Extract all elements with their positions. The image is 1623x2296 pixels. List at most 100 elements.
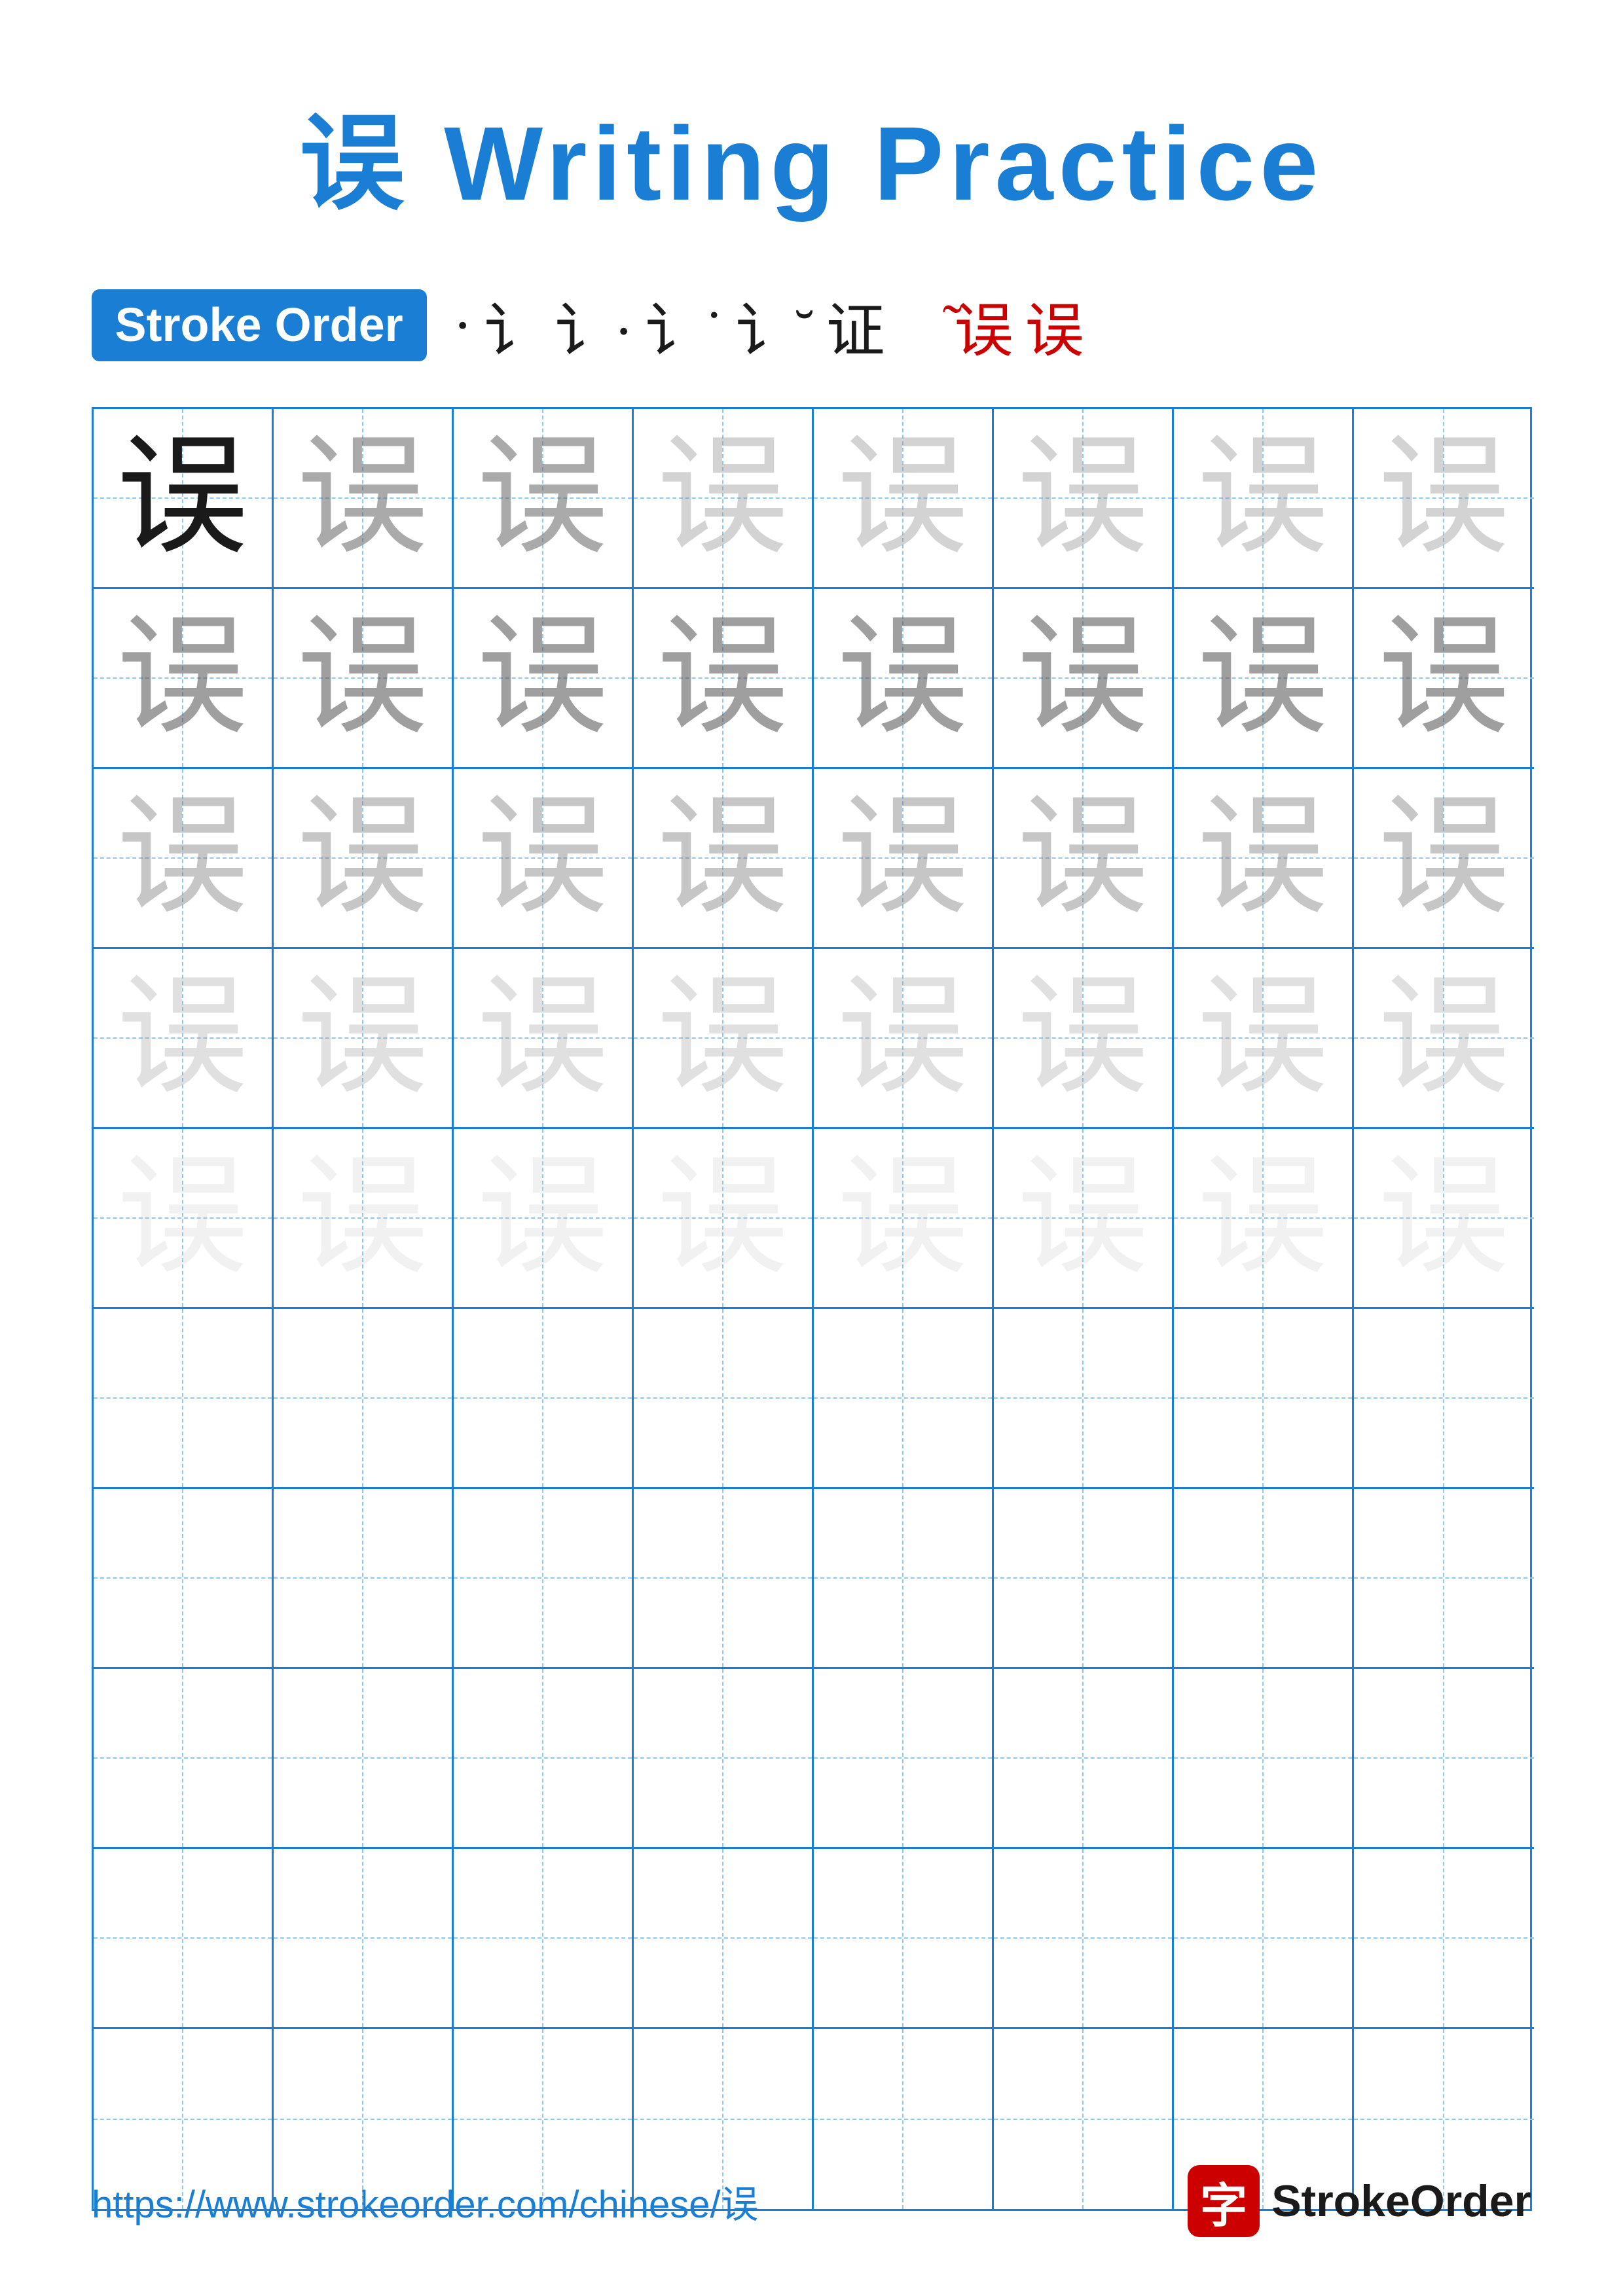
grid-cell-1-3: 误 <box>454 409 634 589</box>
grid-cell-empty[interactable] <box>634 1849 814 2029</box>
grid-row-2: 误 误 误 误 误 误 误 误 <box>94 589 1530 769</box>
grid-cell-empty[interactable] <box>1174 1669 1354 1849</box>
stroke-seq-8: 误 <box>955 283 1013 368</box>
char-practice: 误 <box>477 613 608 744</box>
char-practice: 误 <box>657 1153 788 1283</box>
grid-cell-empty[interactable] <box>1174 1489 1354 1669</box>
grid-cell-empty[interactable] <box>634 1669 814 1849</box>
grid-cell-empty[interactable] <box>1354 1849 1534 2029</box>
grid-cell-2-2: 误 <box>274 589 454 769</box>
stroke-seq-9: 误 <box>1025 283 1084 368</box>
footer-url: https://www.strokeorder.com/chinese/误 <box>92 2174 759 2229</box>
grid-cell-2-1: 误 <box>94 589 274 769</box>
grid-cell-empty[interactable] <box>994 1849 1174 2029</box>
char-light: 误 <box>657 433 788 564</box>
grid-cell-empty[interactable] <box>94 1489 274 1669</box>
grid-cell-5-4: 误 <box>634 1129 814 1309</box>
grid-cell-1-5: 误 <box>814 409 994 589</box>
grid-cell-empty[interactable] <box>274 1309 454 1489</box>
grid-cell-empty[interactable] <box>454 1489 634 1669</box>
stroke-seq-2: 讠 <box>484 283 543 368</box>
grid-cell-empty[interactable] <box>94 1309 274 1489</box>
grid-cell-1-2: 误 <box>274 409 454 589</box>
grid-cell-empty[interactable] <box>274 1669 454 1849</box>
char-practice: 误 <box>477 793 608 924</box>
grid-cell-2-8: 误 <box>1354 589 1534 769</box>
char-practice: 误 <box>297 613 428 744</box>
grid-cell-empty[interactable] <box>1354 1669 1534 1849</box>
grid-cell-empty[interactable] <box>814 1669 994 1849</box>
stroke-seq-3: 讠· <box>555 283 634 368</box>
footer-logo-char: 字 <box>1200 2167 1247 2236</box>
grid-cell-5-2: 误 <box>274 1129 454 1309</box>
grid-cell-5-8: 误 <box>1354 1129 1534 1309</box>
char-practice: 误 <box>117 793 247 924</box>
grid-cell-empty[interactable] <box>1354 1489 1534 1669</box>
char-practice: 误 <box>297 973 428 1103</box>
grid-cell-1-4: 误 <box>634 409 814 589</box>
grid-row-4: 误 误 误 误 误 误 误 误 <box>94 949 1530 1129</box>
stroke-seq-7: 误̃ <box>897 292 943 359</box>
grid-cell-empty[interactable] <box>94 1669 274 1849</box>
char-dark: 误 <box>117 433 247 564</box>
char-light: 误 <box>477 433 608 564</box>
grid-cell-empty[interactable] <box>994 1489 1174 1669</box>
grid-cell-empty[interactable] <box>1174 1849 1354 2029</box>
grid-cell-4-3: 误 <box>454 949 634 1129</box>
grid-row-6 <box>94 1309 1530 1489</box>
grid-row-7 <box>94 1489 1530 1669</box>
grid-cell-empty[interactable] <box>1174 1309 1354 1489</box>
stroke-seq-6: 证 <box>826 283 885 368</box>
stroke-seq-5: 讠˘ <box>736 283 814 368</box>
char-practice: 误 <box>117 973 247 1103</box>
grid-cell-4-7: 误 <box>1174 949 1354 1129</box>
grid-cell-empty[interactable] <box>994 1309 1174 1489</box>
grid-cell-3-1: 误 <box>94 769 274 949</box>
grid-cell-empty[interactable] <box>454 1849 634 2029</box>
grid-cell-2-6: 误 <box>994 589 1174 769</box>
grid-cell-empty[interactable] <box>814 1849 994 2029</box>
grid-cell-empty[interactable] <box>1354 1309 1534 1489</box>
grid-row-1: 误 误 误 误 误 误 误 误 <box>94 409 1530 589</box>
grid-cell-1-7: 误 <box>1174 409 1354 589</box>
grid-cell-empty[interactable] <box>274 1849 454 2029</box>
grid-cell-5-6: 误 <box>994 1129 1174 1309</box>
grid-cell-empty[interactable] <box>814 1309 994 1489</box>
grid-cell-3-3: 误 <box>454 769 634 949</box>
grid-cell-1-1: 误 <box>94 409 274 589</box>
grid-cell-empty[interactable] <box>454 1309 634 1489</box>
footer-logo-icon: 字 <box>1188 2165 1260 2237</box>
grid-cell-empty[interactable] <box>634 1489 814 1669</box>
grid-cell-empty[interactable] <box>94 1849 274 2029</box>
grid-cell-3-4: 误 <box>634 769 814 949</box>
grid-cell-empty[interactable] <box>454 1669 634 1849</box>
grid-cell-3-7: 误 <box>1174 769 1354 949</box>
char-light: 误 <box>297 433 428 564</box>
char-practice: 误 <box>1197 1153 1328 1283</box>
page-title: 误 Writing Practice <box>300 79 1324 230</box>
grid-cell-2-3: 误 <box>454 589 634 769</box>
grid-cell-2-7: 误 <box>1174 589 1354 769</box>
grid-cell-4-4: 误 <box>634 949 814 1129</box>
grid-cell-5-1: 误 <box>94 1129 274 1309</box>
char-practice: 误 <box>1017 793 1148 924</box>
grid-cell-empty[interactable] <box>274 1489 454 1669</box>
char-practice: 误 <box>297 1153 428 1283</box>
grid-cell-empty[interactable] <box>994 1669 1174 1849</box>
grid-cell-empty[interactable] <box>814 1489 994 1669</box>
char-practice: 误 <box>657 973 788 1103</box>
char-practice: 误 <box>1017 973 1148 1103</box>
grid-cell-4-5: 误 <box>814 949 994 1129</box>
grid-cell-3-2: 误 <box>274 769 454 949</box>
char-practice: 误 <box>657 793 788 924</box>
char-practice: 误 <box>657 613 788 744</box>
char-practice: 误 <box>837 613 968 744</box>
footer-logo: 字 StrokeOrder <box>1188 2165 1531 2237</box>
page: 误 Writing Practice Stroke Order · 讠 讠· 讠… <box>0 0 1623 2296</box>
char-light: 误 <box>837 433 968 564</box>
grid-cell-5-7: 误 <box>1174 1129 1354 1309</box>
grid-cell-empty[interactable] <box>634 1309 814 1489</box>
char-practice: 误 <box>297 793 428 924</box>
grid-cell-3-5: 误 <box>814 769 994 949</box>
char-practice: 误 <box>837 1153 968 1283</box>
